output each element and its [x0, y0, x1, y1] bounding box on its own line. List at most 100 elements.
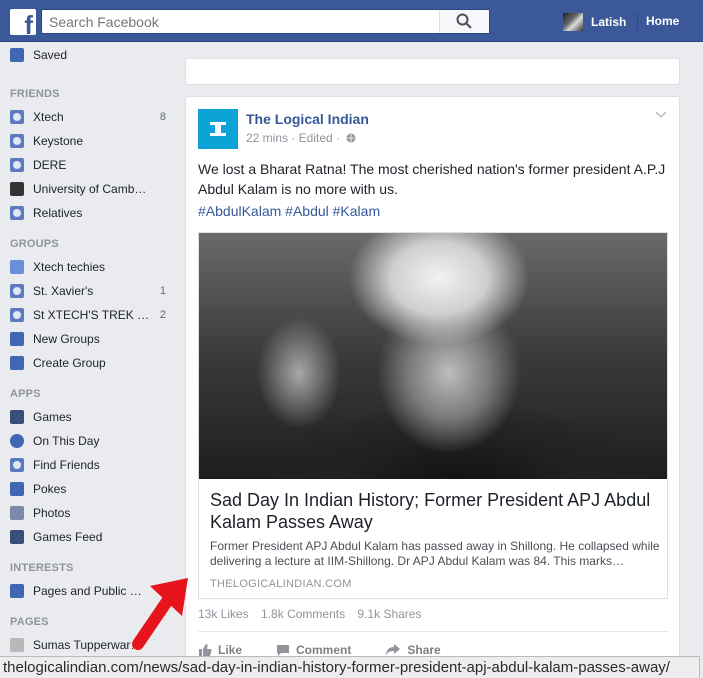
group-icon [10, 284, 24, 298]
new-groups-icon [10, 332, 24, 346]
sidebar-item-pokes[interactable]: Pokes [10, 479, 170, 499]
sidebar-item-dere[interactable]: DERE [10, 155, 170, 175]
link-title[interactable]: Sad Day In Indian History; Former Presid… [210, 489, 660, 533]
sidebar-item-label: Saved [33, 48, 68, 62]
clock-icon [10, 434, 24, 448]
page-name-link[interactable]: The Logical Indian [246, 111, 369, 127]
games-feed-icon [10, 530, 24, 544]
sidebar-item-label: Xtech [33, 110, 64, 124]
globe-icon [346, 133, 356, 143]
shares-count[interactable]: 9.1k Shares [357, 607, 421, 621]
feed-icon [10, 584, 24, 598]
section-heading-apps[interactable]: APPS [10, 388, 41, 400]
sidebar-item-label: University of Camb… [33, 182, 147, 196]
group-icon [10, 308, 24, 322]
bookmark-icon [10, 48, 24, 62]
like-label: Like [218, 643, 243, 657]
sidebar-item-label: Keystone [33, 134, 84, 148]
comments-count[interactable]: 1.8k Comments [261, 607, 345, 621]
poke-icon [10, 482, 24, 496]
friend-list-icon [10, 158, 24, 172]
post-text: We lost a Bharat Ratna! The most cherish… [198, 161, 666, 197]
flask-icon [10, 260, 24, 274]
link-domain: THELOGICALINDIAN.COM [210, 578, 352, 590]
red-arrow-annotation [132, 578, 188, 650]
games-icon [10, 410, 24, 424]
sidebar-item-label: New Groups [33, 332, 100, 346]
sidebar-item-games-feed[interactable]: Games Feed [10, 527, 170, 547]
sidebar-item-find-friends[interactable]: Find Friends [10, 455, 170, 475]
plus-icon [10, 356, 24, 370]
sidebar-item-xtech-trek[interactable]: St XTECH'S TREK … 2 [10, 305, 170, 325]
sidebar-item-label: Games Feed [33, 530, 103, 544]
sidebar-item-label: Find Friends [33, 458, 100, 472]
item-count: 2 [159, 309, 166, 321]
likes-count[interactable]: 13k Likes [198, 607, 249, 621]
profile-link[interactable]: Latish [563, 12, 626, 32]
browser-status-bar: thelogicalindian.com/news/sad-day-in-ind… [0, 656, 700, 678]
composer-card [185, 58, 680, 85]
sidebar-item-on-this-day[interactable]: On This Day [10, 431, 170, 451]
post-stats: 13k Likes 1.8k Comments 9.1k Shares [198, 607, 430, 621]
search-box [41, 9, 490, 34]
link-description: Former President APJ Abdul Kalam has pas… [210, 539, 660, 568]
page-icon [10, 638, 24, 652]
friend-list-icon [10, 206, 24, 220]
left-sidebar: Saved FRIENDS Xtech 8 Keystone DERE Univ… [0, 42, 170, 662]
sidebar-item-label: On This Day [33, 434, 100, 448]
sidebar-item-label: St XTECH'S TREK … [33, 308, 150, 322]
sidebar-item-university[interactable]: University of Camb… [10, 179, 170, 199]
photos-icon [10, 506, 24, 520]
section-heading-friends[interactable]: FRIENDS [10, 88, 60, 100]
divider [637, 13, 638, 30]
link-preview[interactable]: Sad Day In Indian History; Former Presid… [198, 232, 668, 599]
sidebar-item-xtech-techies[interactable]: Xtech techies [10, 257, 170, 277]
sidebar-item-saved[interactable]: Saved [10, 45, 170, 65]
search-button[interactable] [439, 10, 489, 33]
logo-letter: f [24, 10, 33, 40]
sidebar-item-photos[interactable]: Photos [10, 503, 170, 523]
top-bar: f Latish Home [0, 0, 703, 42]
post-timestamp[interactable]: 22 mins · Edited · [246, 131, 340, 145]
sidebar-item-label: Xtech techies [33, 260, 106, 274]
section-heading-pages[interactable]: PAGES [10, 616, 49, 628]
friend-list-icon [10, 134, 24, 148]
home-link[interactable]: Home [646, 14, 679, 28]
sidebar-item-relatives[interactable]: Relatives [10, 203, 170, 223]
sidebar-item-label: St. Xavier's [33, 284, 94, 298]
avatar [563, 13, 583, 31]
comment-icon [277, 645, 290, 656]
share-icon [386, 644, 401, 656]
section-heading-interests[interactable]: INTERESTS [10, 562, 74, 574]
status-url: thelogicalindian.com/news/sad-day-in-ind… [3, 659, 670, 676]
page-logo-icon[interactable] [198, 109, 238, 149]
link-preview-image[interactable] [199, 233, 667, 479]
sidebar-item-label: Games [33, 410, 72, 424]
sidebar-item-games[interactable]: Games [10, 407, 170, 427]
post-hashtags[interactable]: #AbdulKalam #Abdul #Kalam [198, 203, 380, 219]
post-meta: 22 mins · Edited · [246, 131, 356, 145]
facebook-logo-icon[interactable]: f [10, 9, 36, 40]
sidebar-item-st-xaviers[interactable]: St. Xavier's 1 [10, 281, 170, 301]
item-count: 8 [159, 111, 166, 123]
section-heading-groups[interactable]: GROUPS [10, 238, 59, 250]
sidebar-item-xtech[interactable]: Xtech 8 [10, 107, 170, 127]
sidebar-item-new-groups[interactable]: New Groups [10, 329, 170, 349]
search-input[interactable] [42, 10, 442, 33]
sidebar-item-keystone[interactable]: Keystone [10, 131, 170, 151]
sidebar-item-create-group[interactable]: Create Group [10, 353, 170, 373]
friend-list-icon [10, 110, 24, 124]
feed-post: The Logical Indian 22 mins · Edited · We… [185, 96, 680, 666]
user-name: Latish [591, 15, 627, 29]
item-count: 1 [159, 285, 166, 297]
share-label: Share [407, 643, 441, 657]
sidebar-item-label: Pokes [33, 482, 67, 496]
comment-label: Comment [296, 643, 352, 657]
sidebar-item-label: Relatives [33, 206, 83, 220]
chevron-down-icon[interactable] [655, 111, 667, 119]
graduation-cap-icon [10, 182, 24, 196]
sidebar-item-label: DERE [33, 158, 67, 172]
find-friends-icon [10, 458, 24, 472]
divider [198, 631, 668, 632]
search-icon [456, 13, 472, 29]
